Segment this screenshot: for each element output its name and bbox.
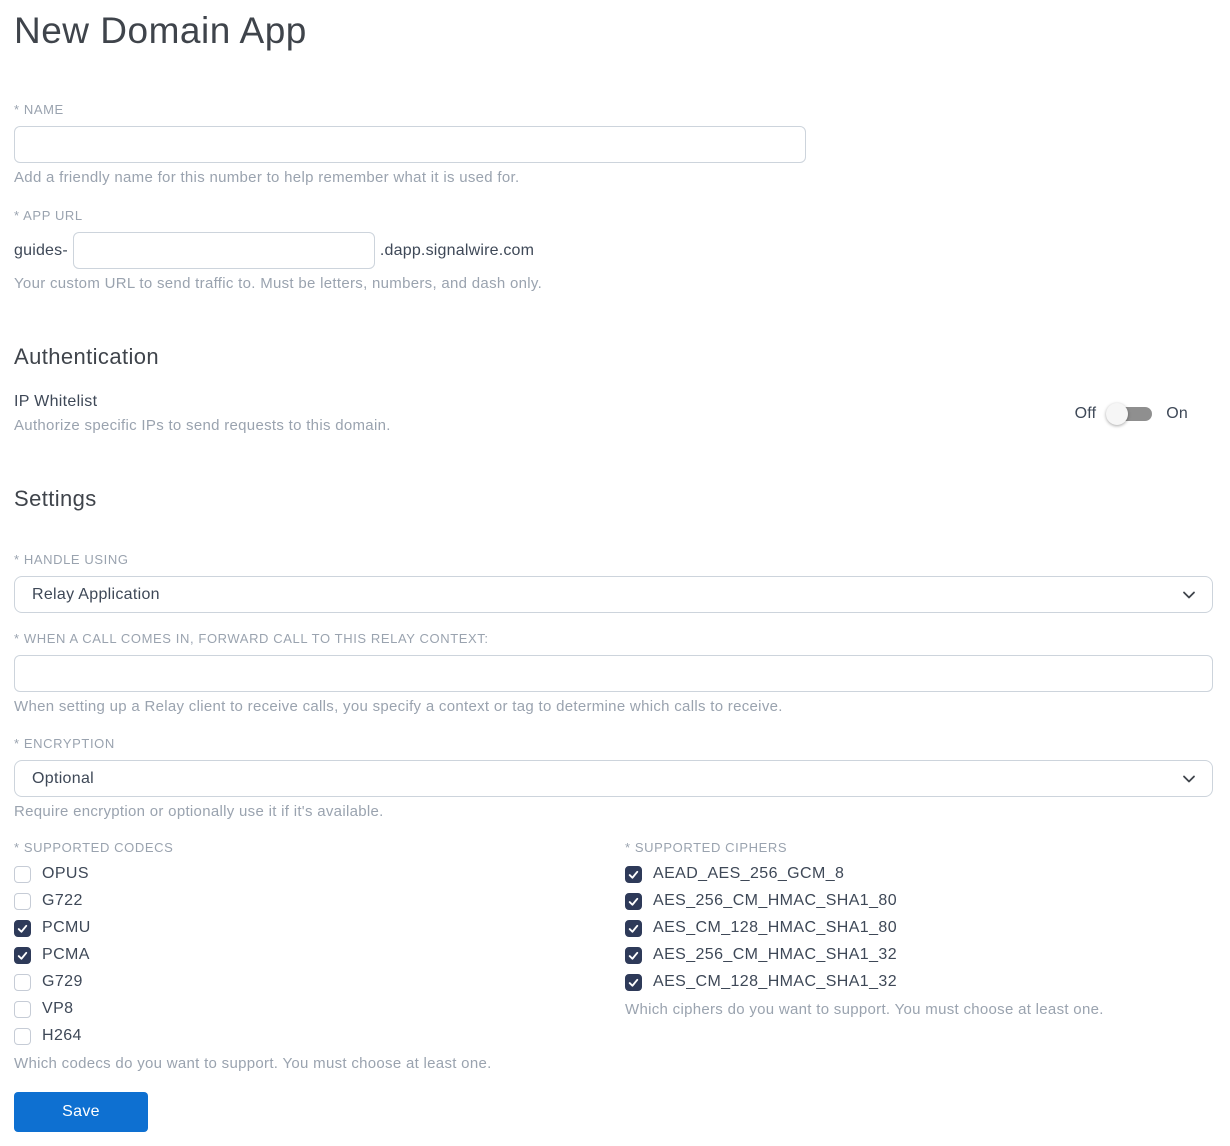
save-button[interactable]: Save [14, 1092, 148, 1132]
cipher-option-label: AES_CM_128_HMAC_SHA1_80 [653, 919, 897, 936]
app-url-helper-text: Your custom URL to send traffic to. Must… [14, 275, 543, 292]
checkbox-icon [625, 865, 642, 883]
app-url-row: guides- .dapp.signalwire.com [14, 232, 1213, 269]
settings-heading: Settings [14, 486, 97, 511]
encryption-select-wrap: Optional [14, 760, 1213, 797]
app-url-field-group: * APP URL guides- .dapp.signalwire.com Y… [14, 208, 1213, 292]
ip-whitelist-row: IP Whitelist Authorize specific IPs to s… [14, 393, 1213, 434]
toggle-off-label: Off [1074, 404, 1097, 422]
supported-ciphers-label: * SUPPORTED CIPHERS [625, 840, 788, 855]
checkbox-icon [14, 919, 31, 937]
codecs-list: OPUS G722 PCMU PCMA G729 VP8 H264 [14, 865, 625, 1045]
ip-whitelist-label: IP Whitelist [14, 393, 98, 410]
ip-whitelist-text: IP Whitelist Authorize specific IPs to s… [14, 393, 391, 434]
ciphers-list: AEAD_AES_256_GCM_8 AES_256_CM_HMAC_SHA1_… [625, 865, 1213, 991]
checkbox-icon [14, 892, 31, 910]
codec-option-label: G729 [42, 973, 83, 990]
codecs-helper-text: Which codecs do you want to support. You… [14, 1055, 492, 1072]
checkbox-icon [14, 1027, 31, 1045]
checkbox-icon [14, 973, 31, 991]
cipher-option-aes-256-cm-hmac-sha1-32[interactable]: AES_256_CM_HMAC_SHA1_32 [625, 946, 1213, 964]
checkbox-icon [625, 919, 642, 937]
app-url-input[interactable] [72, 232, 375, 269]
app-url-prefix: guides- [14, 241, 68, 259]
cipher-option-label: AES_CM_128_HMAC_SHA1_32 [653, 973, 897, 990]
cipher-option-aes-cm-128-hmac-sha1-80[interactable]: AES_CM_128_HMAC_SHA1_80 [625, 919, 1213, 937]
codec-option-pcmu[interactable]: PCMU [14, 919, 625, 937]
authentication-heading: Authentication [14, 344, 160, 369]
relay-context-helper-text: When setting up a Relay client to receiv… [14, 698, 783, 715]
name-field-group: * NAME Add a friendly name for this numb… [14, 102, 1213, 186]
page-title: New Domain App [14, 10, 307, 51]
cipher-option-aead-aes-256-gcm-8[interactable]: AEAD_AES_256_GCM_8 [625, 865, 1213, 883]
name-label: * NAME [14, 102, 64, 117]
codec-option-label: H264 [42, 1027, 82, 1044]
ip-whitelist-toggle[interactable] [1106, 402, 1153, 425]
cipher-option-label: AES_256_CM_HMAC_SHA1_32 [653, 946, 897, 963]
checkbox-icon [14, 946, 31, 964]
encryption-label: * ENCRYPTION [14, 736, 115, 751]
handle-using-select[interactable]: Relay Application [14, 576, 1213, 613]
checkbox-icon [625, 946, 642, 964]
checkbox-icon [625, 973, 642, 991]
codec-option-opus[interactable]: OPUS [14, 865, 625, 883]
supported-codecs-label: * SUPPORTED CODECS [14, 840, 174, 855]
cipher-option-aes-256-cm-hmac-sha1-80[interactable]: AES_256_CM_HMAC_SHA1_80 [625, 892, 1213, 910]
ip-whitelist-toggle-group: Off On [1074, 402, 1213, 425]
ciphers-helper-text: Which ciphers do you want to support. Yo… [625, 1001, 1104, 1018]
codec-option-g722[interactable]: G722 [14, 892, 625, 910]
relay-context-label: * WHEN A CALL COMES IN, FORWARD CALL TO … [14, 631, 489, 646]
supported-codecs-section: * SUPPORTED CODECS OPUS G722 PCMU PCMA G… [14, 840, 625, 1072]
toggle-knob [1106, 402, 1129, 425]
checkbox-icon [625, 892, 642, 910]
codec-option-pcma[interactable]: PCMA [14, 946, 625, 964]
relay-context-input[interactable] [14, 655, 1213, 692]
codec-option-label: OPUS [42, 865, 89, 882]
handle-using-select-wrap: Relay Application [14, 576, 1213, 613]
checkbox-icon [14, 865, 31, 883]
toggle-on-label: On [1166, 404, 1188, 422]
cipher-option-label: AES_256_CM_HMAC_SHA1_80 [653, 892, 897, 909]
cipher-option-label: AEAD_AES_256_GCM_8 [653, 865, 845, 882]
name-input[interactable] [14, 126, 806, 163]
form-actions: Save [14, 1092, 1213, 1132]
codec-option-label: PCMU [42, 919, 91, 936]
encryption-select[interactable]: Optional [14, 760, 1213, 797]
name-helper-text: Add a friendly name for this number to h… [14, 169, 520, 186]
codec-option-label: VP8 [42, 1000, 74, 1017]
codec-option-label: G722 [42, 892, 83, 909]
handle-using-label: * HANDLE USING [14, 552, 129, 567]
encryption-helper-text: Require encryption or optionally use it … [14, 803, 384, 820]
app-url-suffix: .dapp.signalwire.com [379, 241, 535, 259]
codec-option-label: PCMA [42, 946, 90, 963]
checkbox-icon [14, 1000, 31, 1018]
codec-option-g729[interactable]: G729 [14, 973, 625, 991]
new-domain-app-form: New Domain App * NAME Add a friendly nam… [0, 0, 1230, 1146]
app-url-label: * APP URL [14, 208, 83, 223]
codec-option-vp8[interactable]: VP8 [14, 1000, 625, 1018]
codecs-ciphers-columns: * SUPPORTED CODECS OPUS G722 PCMU PCMA G… [14, 840, 1213, 1072]
supported-ciphers-section: * SUPPORTED CIPHERS AEAD_AES_256_GCM_8 A… [625, 840, 1213, 1018]
ip-whitelist-helper-text: Authorize specific IPs to send requests … [14, 417, 391, 434]
cipher-option-aes-cm-128-hmac-sha1-32[interactable]: AES_CM_128_HMAC_SHA1_32 [625, 973, 1213, 991]
codec-option-h264[interactable]: H264 [14, 1027, 625, 1045]
